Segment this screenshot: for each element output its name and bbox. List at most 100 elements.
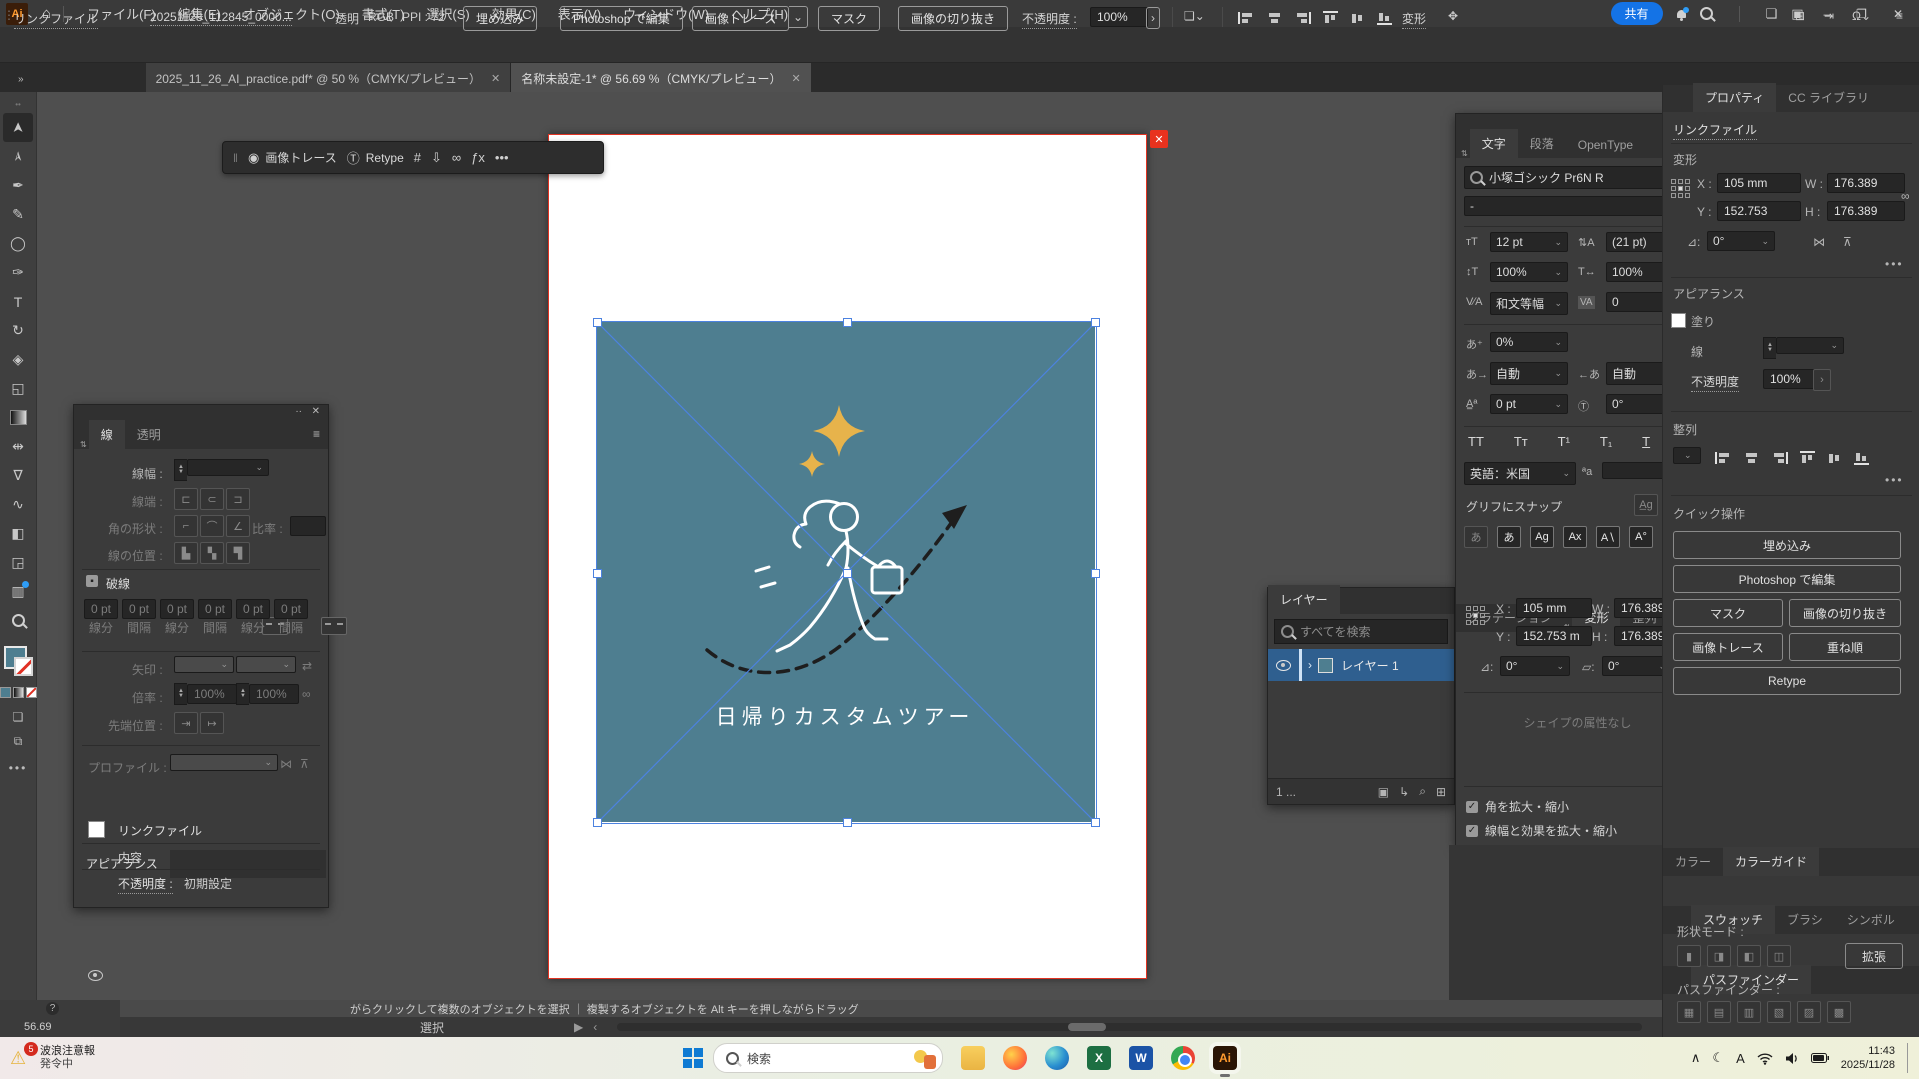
handle-middle-left[interactable]	[593, 569, 602, 578]
flip-across-icon[interactable]: ⊼	[300, 757, 309, 771]
shape-builder-tool[interactable]: ◱	[3, 374, 33, 403]
handle-middle-right[interactable]	[1091, 569, 1100, 578]
battery-icon[interactable]	[1811, 1053, 1829, 1063]
tab-paragraph[interactable]: 段落	[1518, 129, 1566, 158]
linked-file-label[interactable]: リンクファイル	[14, 10, 98, 29]
illustrator-icon[interactable]: Ai	[1213, 1046, 1237, 1070]
dock-opacity-label[interactable]: 不透明度	[1691, 373, 1739, 392]
char-toggle-anchor[interactable]: A°	[1629, 526, 1653, 548]
eraser-tool[interactable]: ◈	[3, 345, 33, 374]
embed-icon[interactable]: ⇩	[431, 150, 442, 166]
flip-along-icon[interactable]: ⋈	[280, 757, 292, 771]
panel-menu-icon[interactable]: ≡	[313, 427, 320, 441]
align-stroke-outside-icon[interactable]: ▜	[226, 542, 250, 564]
more-options-icon[interactable]: •••	[1885, 257, 1904, 271]
flip-vertical-icon[interactable]: ⊼	[1843, 235, 1852, 249]
linked-filename[interactable]: 20251128_112845_0000...	[150, 10, 292, 26]
excel-icon[interactable]: X	[1087, 1046, 1111, 1070]
horizontal-scrollbar[interactable]	[617, 1023, 1642, 1031]
snap-options-icon[interactable]: ⇥	[1824, 9, 1834, 23]
context-image-trace-button[interactable]: ◉ 画像トレース	[248, 149, 337, 166]
miter-join-icon[interactable]: ⌐	[174, 515, 198, 537]
scale-link-icon[interactable]: ∞	[302, 687, 311, 701]
dash-value-field[interactable]: 0 pt	[160, 599, 194, 619]
handle-bottom-right[interactable]	[1091, 818, 1100, 827]
layer-name[interactable]: レイヤー 1	[1341, 657, 1399, 674]
dock-w-field[interactable]: 176.389	[1827, 173, 1905, 193]
dock-h-field[interactable]: 176.389	[1827, 201, 1905, 221]
arrange-documents-icon[interactable]: ❏	[1766, 6, 1778, 22]
handle-top-center[interactable]	[843, 318, 852, 327]
opacity-label[interactable]: 不透明度 :	[1022, 10, 1077, 29]
arrow-scale2-stepper[interactable]: ▲▼	[236, 683, 249, 705]
glyph-snap-icon[interactable]: Ω⌄	[1852, 9, 1871, 23]
tsume-combo[interactable]: 0%⌄	[1490, 332, 1568, 352]
direct-selection-tool[interactable]: ➢	[3, 142, 33, 171]
ime-mode-icon[interactable]: A	[1736, 1051, 1745, 1066]
tab-color-guide[interactable]: カラーガイド	[1723, 847, 1819, 876]
tip-extend-icon[interactable]: ⇥	[174, 712, 198, 734]
aki-left-combo[interactable]: 自動⌄	[1490, 362, 1568, 385]
unite-icon[interactable]: ▮	[1677, 945, 1701, 967]
appearance-contents-row[interactable]: 内容	[118, 849, 142, 866]
baseline-shift-combo[interactable]: 0 pt⌄	[1490, 394, 1568, 414]
language-combo[interactable]: 英語：米国⌄	[1464, 462, 1576, 485]
modified-link-badge[interactable]: ✕	[1150, 130, 1168, 148]
char-toggle-furigana[interactable]: あ	[1464, 526, 1488, 548]
reference-point-locator[interactable]	[1671, 179, 1690, 198]
rotate-combo[interactable]: 0°⌄	[1500, 656, 1570, 676]
opacity-more-icon[interactable]: ›	[1146, 7, 1160, 29]
appearance-link-row[interactable]: リンクファイル	[118, 822, 202, 839]
layer-visibility-icon[interactable]	[1276, 660, 1291, 671]
new-sublayer-icon[interactable]: ↳	[1399, 785, 1409, 799]
tab-symbols[interactable]: シンボル	[1835, 905, 1907, 934]
rotate-tool[interactable]: ↻	[3, 316, 33, 345]
scale-corners-checkbox[interactable]: ✓	[1466, 801, 1478, 813]
draw-mode-icon[interactable]: ❏	[13, 710, 24, 724]
expand-layer-icon[interactable]: ›	[1308, 658, 1312, 672]
start-button[interactable]	[683, 1048, 703, 1068]
crop-image-button[interactable]: 画像の切り抜き	[898, 6, 1008, 31]
stroke-combo[interactable]: ⌄	[1776, 337, 1844, 354]
handle-center[interactable]	[843, 569, 852, 578]
share-button[interactable]: 共有	[1611, 2, 1663, 25]
char-toggle-warichu[interactable]: あ	[1497, 526, 1521, 548]
show-desktop-button[interactable]	[1907, 1043, 1911, 1073]
divide-icon[interactable]: ▦	[1677, 1001, 1701, 1023]
crop-icon[interactable]: ▧	[1767, 1001, 1791, 1023]
appearance-opacity-value[interactable]: 初期設定	[184, 875, 232, 892]
close-tab-icon[interactable]: ✕	[791, 72, 800, 85]
dock-x-field[interactable]: 105 mm	[1717, 173, 1801, 193]
tab-untitled-1[interactable]: 名称未設定-1* @ 56.69 %（CMYK/プレビュー） ✕	[511, 63, 810, 93]
round-join-icon[interactable]: ⌒	[200, 515, 224, 537]
notifications-icon[interactable]	[1677, 10, 1686, 18]
image-trace-button[interactable]: 画像トレース	[1673, 633, 1783, 661]
align-right-icon[interactable]	[1771, 452, 1788, 464]
opacity-field[interactable]: 100%	[1090, 7, 1148, 27]
pixel-grid-icon[interactable]: ⊞	[1795, 9, 1805, 23]
tab-brushes[interactable]: ブラシ	[1775, 905, 1835, 934]
kerning-combo[interactable]: 和文等幅⌄	[1490, 292, 1568, 315]
exclude-icon[interactable]: ◫	[1767, 945, 1791, 967]
tab-practice-pdf[interactable]: 2025_11_26_AI_practice.pdf* @ 50 %（CMYK/…	[146, 63, 512, 93]
transform-link[interactable]: 変形	[1402, 10, 1426, 29]
eyedropper-tool[interactable]: ∇	[3, 461, 33, 490]
zoom-level-field[interactable]: 56.69	[24, 1021, 52, 1033]
align-bottom-icon[interactable]	[1377, 11, 1392, 25]
symbol-sprayer-tool[interactable]: ◧	[3, 519, 33, 548]
crop-icon[interactable]: #	[414, 150, 421, 165]
align-left-icon[interactable]	[1715, 452, 1732, 464]
x-field[interactable]: 105 mm	[1516, 598, 1592, 618]
align-left-icon[interactable]	[1238, 12, 1255, 24]
pen-tool[interactable]: ✒	[3, 171, 33, 200]
zoom-tool[interactable]	[3, 606, 33, 635]
constrain-link-icon[interactable]: ∞	[1901, 189, 1910, 203]
close-tab-icon[interactable]: ✕	[491, 72, 500, 85]
arrow-scale1-field[interactable]: 100%	[187, 684, 237, 704]
effects-icon[interactable]: ƒx	[471, 150, 485, 165]
align-right-icon[interactable]	[1294, 12, 1311, 24]
help-icon[interactable]: ?	[46, 1002, 59, 1015]
selection-bounding-box[interactable]	[596, 321, 1097, 824]
font-size-combo[interactable]: 12 pt⌄	[1490, 232, 1568, 252]
tab-opentype[interactable]: OpenType	[1566, 132, 1645, 158]
